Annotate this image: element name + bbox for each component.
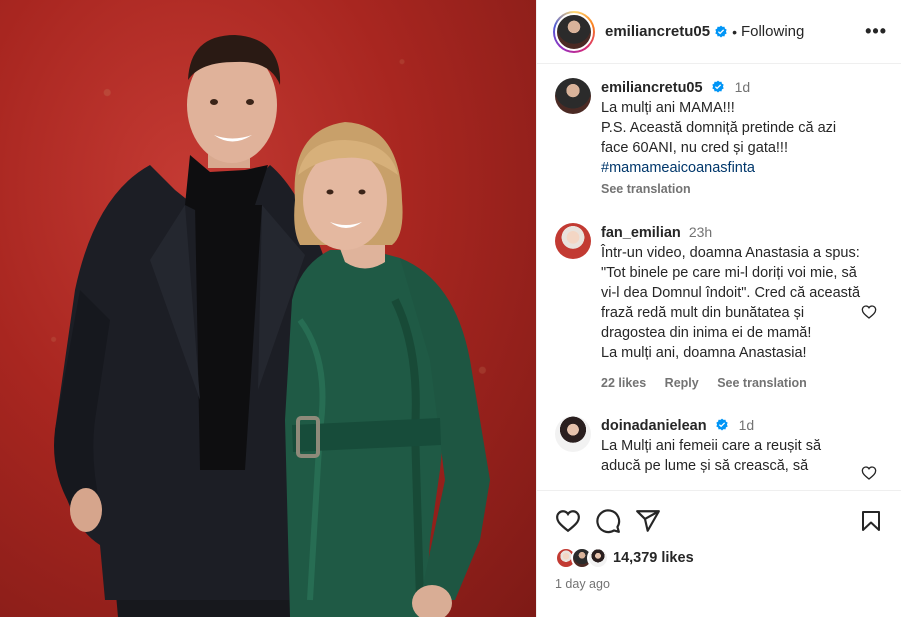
comment-time[interactable]: 23h — [689, 224, 712, 240]
post-photo[interactable] — [0, 0, 536, 617]
author-avatar-story-ring[interactable] — [553, 10, 595, 53]
see-translation-link[interactable]: See translation — [601, 179, 863, 199]
caption-avatar[interactable] — [555, 78, 591, 114]
following-button[interactable]: Following — [741, 23, 804, 40]
caption-line: P.S. Această domniță pretinde că azi fac… — [601, 120, 837, 156]
verified-badge-icon — [715, 418, 728, 431]
verified-badge-icon — [715, 25, 727, 38]
verified-badge-icon — [711, 80, 724, 93]
liker-avatar[interactable] — [587, 547, 609, 569]
caption: emiliancretu05 1d La mulți ani MAMA!!! P… — [555, 77, 885, 199]
post-header: emiliancretu05 • Following ••• — [537, 0, 901, 64]
woman-figure — [285, 122, 490, 617]
comment-avatar[interactable] — [555, 416, 591, 452]
comment: fan_emilian 23h Într-un video, doamna An… — [555, 222, 885, 393]
more-options-icon[interactable]: ••• — [865, 21, 887, 42]
comments-section[interactable]: emiliancretu05 1d La mulți ani MAMA!!! P… — [537, 65, 901, 490]
comment-text: La Mulți ani femeii care a reușit să adu… — [601, 438, 822, 474]
caption-line: La mulți ani MAMA!!! — [601, 100, 735, 116]
author-username[interactable]: emiliancretu05 — [605, 23, 710, 40]
comment-text: Într-un video, doamna Anastasia a spus: … — [601, 245, 861, 341]
post-timestamp[interactable]: 1 day ago — [555, 577, 885, 591]
liker-avatars[interactable] — [555, 547, 609, 569]
comment: doinadanielean 1d La Mulți ani femeii ca… — [555, 415, 885, 480]
post-actions: 14,379 likes 1 day ago — [537, 490, 901, 617]
photo-illustration — [54, 35, 490, 617]
caption-hashtag[interactable]: #mamameaicoanasfinta — [601, 158, 863, 178]
action-icons-row — [555, 503, 885, 539]
comment-username[interactable]: doinadanielean — [601, 418, 707, 434]
heart-icon[interactable] — [555, 508, 581, 534]
comment-likes[interactable]: 22 likes — [601, 376, 646, 390]
share-icon[interactable] — [635, 508, 661, 534]
caption-time[interactable]: 1d — [735, 79, 751, 95]
post-details-panel: emiliancretu05 • Following ••• emiliancr… — [536, 0, 901, 617]
bookmark-icon[interactable] — [859, 508, 883, 534]
reply-button[interactable]: Reply — [665, 376, 699, 390]
author-avatar[interactable] — [555, 12, 593, 51]
comment-icon[interactable] — [595, 508, 621, 534]
likes-count[interactable]: 14,379 likes — [613, 550, 694, 566]
likes-summary: 14,379 likes — [555, 547, 885, 569]
comment-avatar[interactable] — [555, 223, 591, 259]
comment-time[interactable]: 1d — [739, 417, 755, 433]
comment-meta: 22 likes Reply See translation — [601, 373, 863, 393]
comment-username[interactable]: fan_emilian — [601, 225, 681, 241]
see-translation-link[interactable]: See translation — [717, 376, 807, 390]
comment-like-heart-icon[interactable] — [861, 465, 877, 481]
comment-like-heart-icon[interactable] — [861, 304, 877, 320]
caption-username[interactable]: emiliancretu05 — [601, 80, 703, 96]
separator-dot: • — [732, 23, 737, 40]
comment-text: La mulți ani, doamna Anastasia! — [601, 345, 807, 361]
